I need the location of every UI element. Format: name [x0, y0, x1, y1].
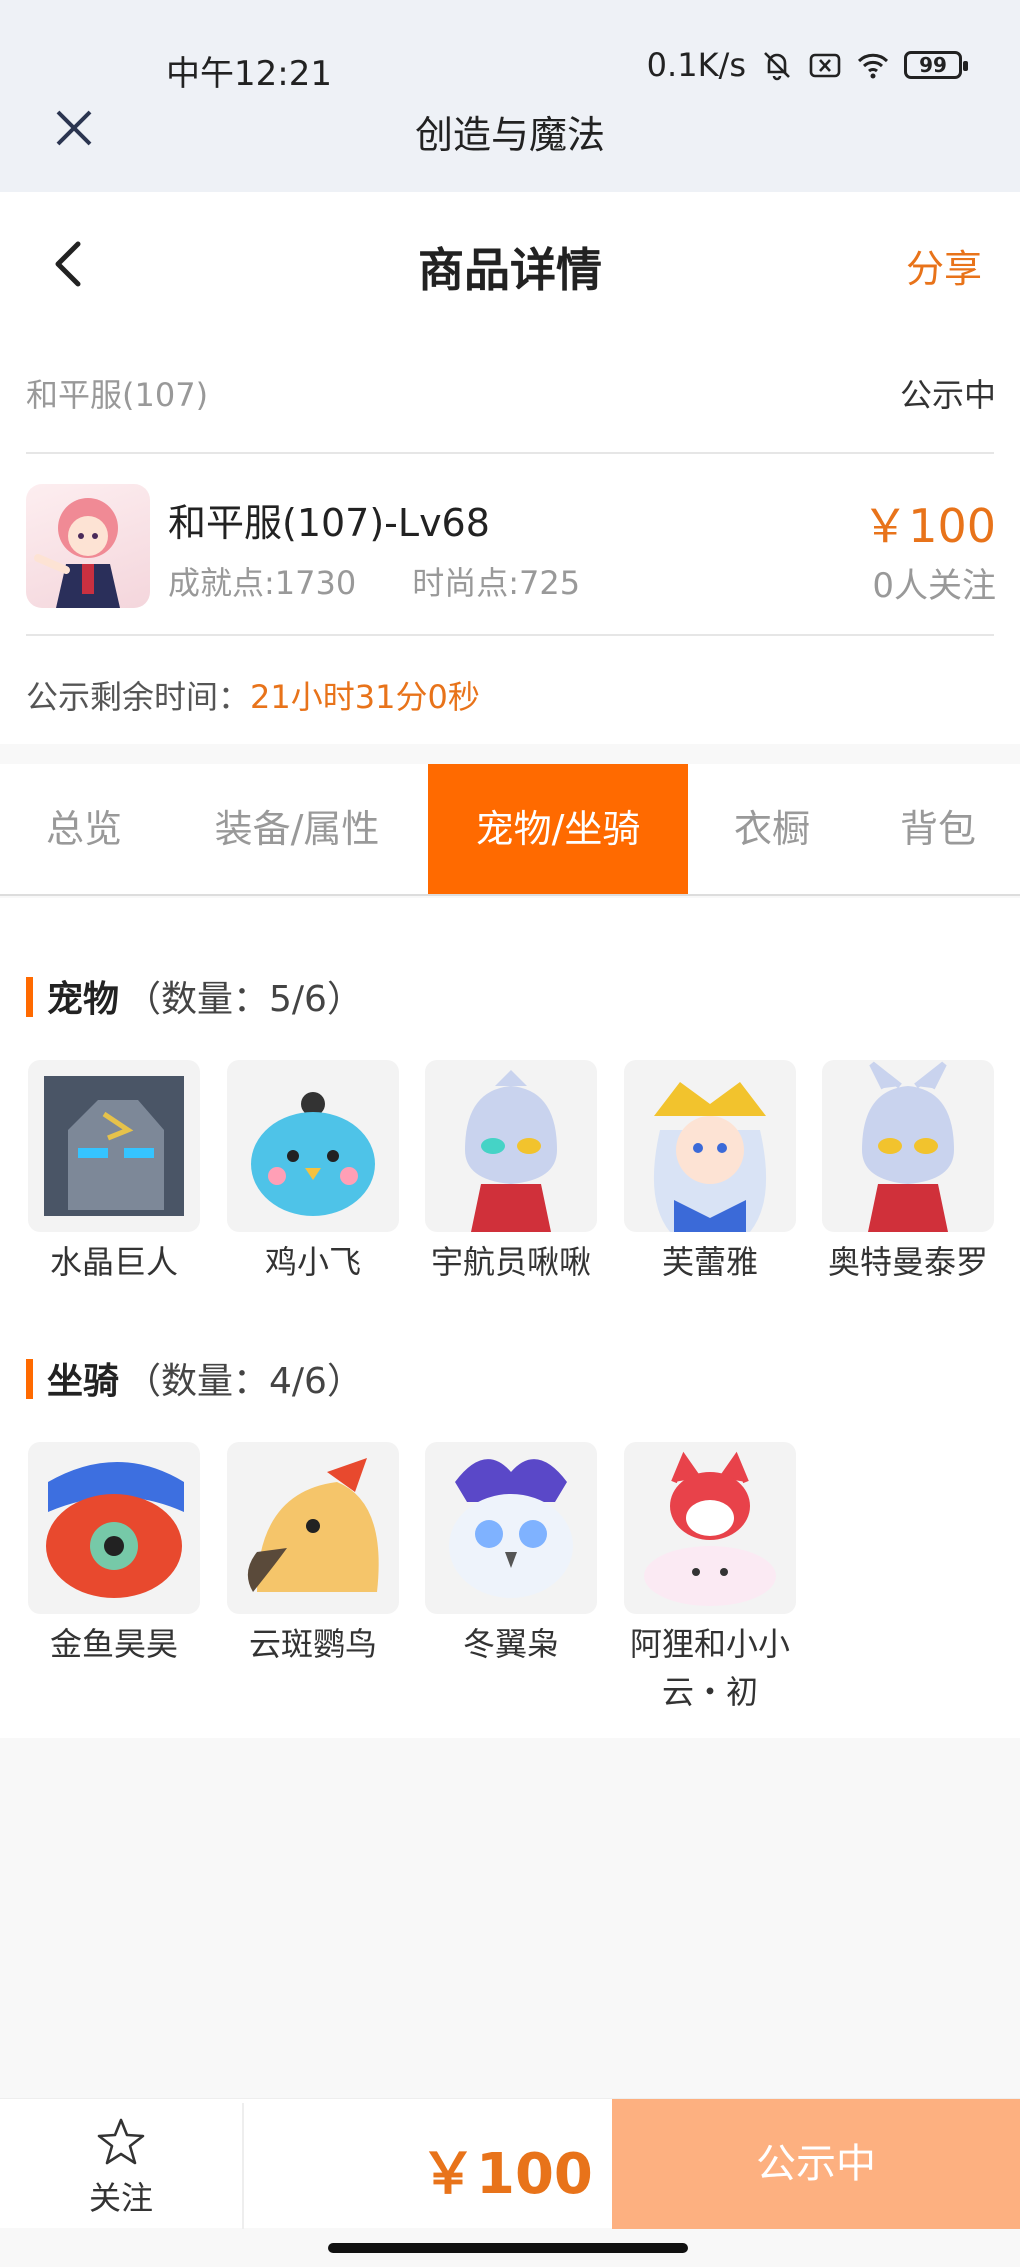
divider	[26, 452, 994, 454]
bottom-bar: 关注 ￥100 公示中	[0, 2098, 1020, 2229]
pet-image	[425, 1060, 597, 1232]
status-badge: 公示中	[899, 376, 996, 414]
pets-section-title: 宠物 （数量：5/6）	[26, 970, 363, 1022]
divider	[242, 2103, 244, 2229]
achievement-points: 成就点:1730	[168, 564, 357, 602]
pet-image	[28, 1060, 200, 1232]
star-icon	[97, 2118, 145, 2165]
share-button[interactable]: 分享	[906, 238, 982, 293]
pet-item[interactable]: 鸡小飞	[227, 1060, 399, 1286]
product-info: 和平服(107) 公示中 和平服(107)-Lv68 成就点:1730 时尚点:7…	[0, 334, 1020, 744]
home-indicator[interactable]	[328, 2243, 688, 2253]
mounts-count: （数量：4/6）	[125, 1361, 363, 1402]
pet-name: 水晶巨人	[49, 1243, 178, 1281]
top-bar: 中午12:21 0.1K/s 99 创造与魔法	[0, 0, 1020, 192]
page-title: 商品详情	[418, 243, 602, 297]
follow-label: 关注	[88, 2179, 153, 2217]
server-name: 和平服(107)	[26, 376, 209, 414]
pet-item[interactable]: 芙蕾雅	[624, 1060, 796, 1286]
mount-image	[227, 1442, 399, 1614]
status-time: 中午12:21	[166, 54, 332, 94]
mount-name: 阿狸和小小云・初	[629, 1625, 790, 1711]
role-name: 和平服(107)-Lv68	[168, 501, 490, 545]
mount-image	[28, 1442, 200, 1614]
role-stats: 成就点:1730 时尚点:725	[168, 558, 580, 604]
tab-overview[interactable]: 总览	[0, 764, 168, 894]
pet-name: 奥特曼泰罗	[827, 1243, 988, 1281]
price: ￥100	[862, 499, 996, 553]
follower-count: 0人关注	[872, 566, 996, 606]
mount-item[interactable]: 阿狸和小小云・初	[624, 1442, 796, 1716]
mount-name: 冬翼枭	[462, 1625, 559, 1663]
page-header: 商品详情 分享	[0, 192, 1020, 334]
pet-image	[822, 1060, 994, 1232]
remaining-time-label: 公示剩余时间：	[26, 678, 251, 716]
pets-mounts-panel: 宠物 （数量：5/6） 水晶巨人 鸡小飞 宇航员啾啾 芙蕾雅 奥特曼泰罗 坐骑 …	[0, 898, 1020, 1738]
mini-program-title: 创造与魔法	[414, 113, 605, 157]
mounts-title: 坐骑	[47, 1361, 120, 1402]
status-action-button[interactable]: 公示中	[612, 2099, 1020, 2229]
pet-item[interactable]: 宇航员啾啾	[425, 1060, 597, 1286]
status-icons: 0.1K/s 99	[646, 46, 968, 84]
pets-title: 宠物	[47, 979, 120, 1020]
pet-name: 芙蕾雅	[661, 1243, 758, 1281]
close-square-icon	[809, 53, 841, 78]
follow-button[interactable]: 关注	[0, 2099, 242, 2229]
avatar	[26, 484, 150, 608]
divider	[26, 634, 994, 636]
pet-name: 鸡小飞	[264, 1243, 361, 1281]
mute-bell-icon	[764, 52, 790, 81]
fashion-points: 时尚点:725	[412, 564, 581, 602]
tab-pets-mounts[interactable]: 宠物/坐骑	[428, 764, 688, 894]
tab-bar: 总览 装备/属性 宠物/坐骑 衣橱 背包	[0, 764, 1020, 896]
section-marker	[26, 977, 33, 1017]
pet-image	[227, 1060, 399, 1232]
pet-item[interactable]: 奥特曼泰罗	[822, 1060, 994, 1286]
pet-item[interactable]: 水晶巨人	[28, 1060, 200, 1286]
wifi-icon	[857, 53, 889, 79]
pet-name: 宇航员啾啾	[430, 1243, 591, 1281]
bottom-price: ￥100	[420, 2142, 593, 2207]
pets-count: （数量：5/6）	[125, 979, 363, 1020]
mount-name: 云斑鹦鸟	[248, 1625, 377, 1663]
mount-image	[624, 1442, 796, 1614]
battery-icon: 99	[904, 51, 968, 79]
mount-item[interactable]: 冬翼枭	[425, 1442, 597, 1668]
mount-image	[425, 1442, 597, 1614]
mount-item[interactable]: 金鱼昊昊	[28, 1442, 200, 1668]
section-marker	[26, 1359, 33, 1399]
tab-wardrobe[interactable]: 衣橱	[688, 764, 856, 894]
remaining-time: 公示剩余时间：21小时31分0秒	[26, 672, 480, 718]
pet-image	[624, 1060, 796, 1232]
mount-name: 金鱼昊昊	[49, 1625, 178, 1663]
mount-item[interactable]: 云斑鹦鸟	[227, 1442, 399, 1668]
remaining-time-value: 21小时31分0秒	[250, 678, 480, 716]
tab-backpack[interactable]: 背包	[856, 764, 1020, 894]
net-speed: 0.1K/s	[646, 46, 746, 84]
tab-equipment[interactable]: 装备/属性	[168, 764, 426, 894]
mounts-section-title: 坐骑 （数量：4/6）	[26, 1352, 363, 1404]
